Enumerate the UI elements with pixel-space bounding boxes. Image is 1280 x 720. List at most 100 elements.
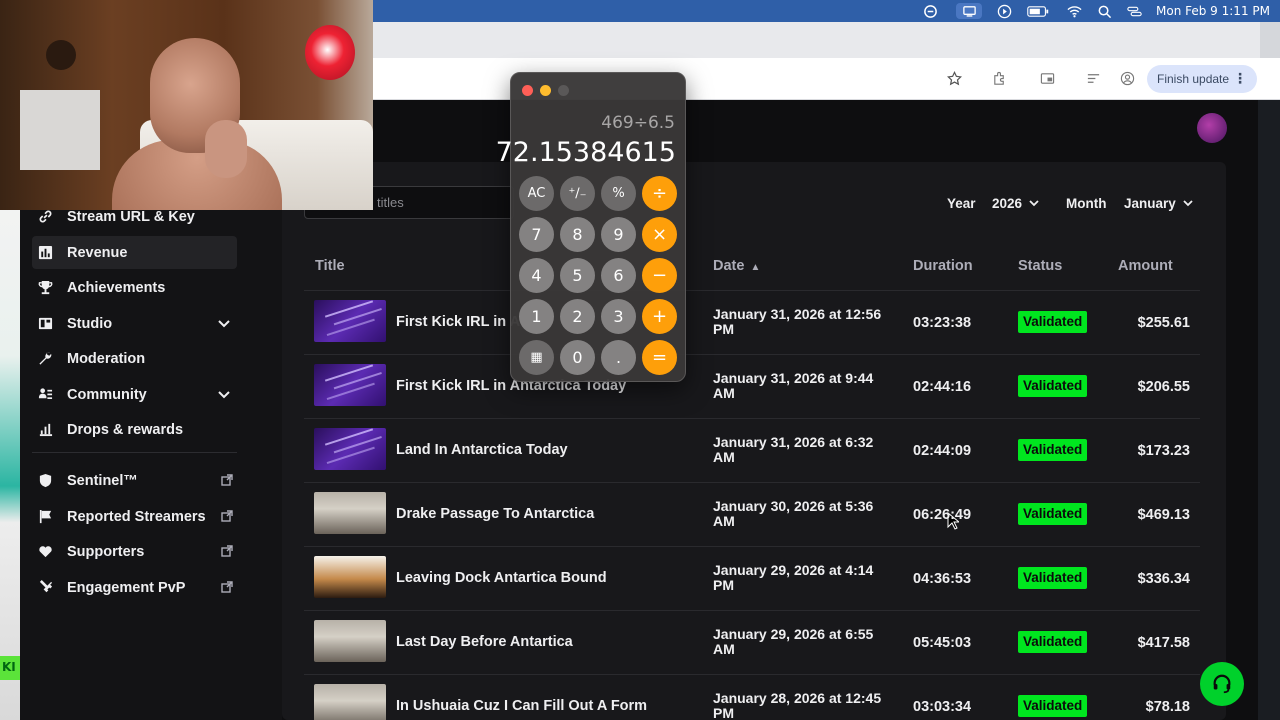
row-duration: 03:23:38: [913, 315, 972, 331]
user-avatar[interactable]: [1197, 113, 1227, 143]
divide-key[interactable]: ÷: [642, 176, 677, 211]
add-key[interactable]: +: [642, 299, 677, 334]
column-header-date[interactable]: Date ▲: [713, 258, 760, 274]
calculator-mode-key[interactable]: ▦: [519, 340, 554, 375]
calculator-window[interactable]: 469÷6.5 72.15384615 AC ⁺∕₋% ÷ 7 8 9 × 4 5 6− 1 2 3 + ▦…: [496, 72, 686, 382]
wifi-icon[interactable]: [1066, 3, 1082, 19]
sidebar-item-community[interactable]: Community: [32, 378, 237, 411]
sidebar-item-sentinel[interactable]: Sentinel™: [32, 464, 237, 497]
row-amount: $417.58: [1137, 635, 1190, 651]
reading-list-icon[interactable]: [1084, 69, 1102, 87]
minimize-window-button[interactable]: [540, 85, 551, 96]
row-amount: $469.13: [1137, 507, 1190, 523]
stream-thumbnail[interactable]: [314, 492, 386, 534]
table-row[interactable]: First Kick IRL in A January 31, 2026 at 1…: [304, 291, 1200, 355]
row-title[interactable]: Last Day Before Antartica: [396, 634, 573, 650]
column-header-status[interactable]: Status: [1018, 258, 1062, 274]
digit-6-key[interactable]: 6: [601, 258, 636, 293]
year-select[interactable]: 2026: [992, 196, 1040, 211]
external-link-icon: [221, 474, 233, 486]
sidebar-item-revenue[interactable]: Revenue: [32, 236, 237, 269]
extensions-icon[interactable]: [990, 69, 1008, 87]
sidebar-item-engagement-pvp[interactable]: Engagement PvP: [32, 571, 237, 604]
stream-thumbnail[interactable]: [314, 428, 386, 470]
row-duration: 03:03:34: [913, 699, 972, 715]
percent-key[interactable]: %: [601, 176, 636, 211]
month-select[interactable]: January: [1124, 196, 1194, 211]
table-row[interactable]: Drake Passage To Antarctica January 30, 2…: [304, 483, 1200, 547]
browser-menu-icon[interactable]: ⋮: [1233, 70, 1247, 87]
bookmark-star-icon[interactable]: [945, 69, 963, 87]
finish-update-button[interactable]: Finish update ⋮: [1147, 65, 1257, 93]
table-row[interactable]: Land In Antarctica Today January 31, 2026…: [304, 419, 1200, 483]
digit-5-key[interactable]: 5: [560, 258, 595, 293]
equals-key[interactable]: =: [642, 340, 677, 375]
row-title[interactable]: First Kick IRL in A: [396, 314, 520, 330]
digit-4-key[interactable]: 4: [519, 258, 554, 293]
screen-mirroring-icon[interactable]: [956, 3, 982, 19]
table-row[interactable]: First Kick IRL in Antarctica Today Januar…: [304, 355, 1200, 419]
all-clear-key[interactable]: AC: [519, 176, 554, 211]
sidebar-item-drops-rewards[interactable]: Drops & rewards: [32, 413, 237, 446]
row-title[interactable]: Drake Passage To Antarctica: [396, 506, 594, 522]
multiply-key[interactable]: ×: [642, 217, 677, 252]
row-title[interactable]: In Ushuaia Cuz I Can Fill Out A Form: [396, 698, 647, 714]
digit-0-key[interactable]: 0: [560, 340, 595, 375]
profile-icon[interactable]: [1118, 69, 1136, 87]
row-duration: 06:26:49: [913, 507, 972, 523]
link-icon: [36, 208, 54, 226]
subtract-key[interactable]: −: [642, 258, 677, 293]
row-duration: 05:45:03: [913, 635, 972, 651]
digit-1-key[interactable]: 1: [519, 299, 554, 334]
row-amount: $336.34: [1137, 571, 1190, 587]
digit-2-key[interactable]: 2: [560, 299, 595, 334]
play-icon[interactable]: [996, 3, 1012, 19]
stream-thumbnail[interactable]: [314, 364, 386, 406]
row-title[interactable]: Leaving Dock Antartica Bound: [396, 570, 607, 586]
control-center-icon[interactable]: [1124, 3, 1144, 19]
stream-thumbnail[interactable]: [314, 620, 386, 662]
chevron-down-icon: [218, 391, 230, 399]
digit-7-key[interactable]: 7: [519, 217, 554, 252]
table-row[interactable]: In Ushuaia Cuz I Can Fill Out A Form Janu…: [304, 675, 1200, 720]
row-date: January 30, 2026 at 5:36 AM: [713, 498, 874, 529]
sidebar-item-moderation[interactable]: Moderation: [32, 342, 237, 375]
decimal-key[interactable]: .: [601, 340, 636, 375]
status-badge: Validated: [1018, 631, 1088, 653]
row-amount: $78.18: [1145, 699, 1190, 715]
support-chat-button[interactable]: [1200, 662, 1244, 706]
digit-8-key[interactable]: 8: [560, 217, 595, 252]
sidebar-item-label: Stream URL & Key: [67, 208, 195, 225]
sidebar-item-label: Drops & rewards: [67, 421, 184, 438]
sidebar-item-label: Revenue: [67, 244, 128, 261]
sidebar-item-achievements[interactable]: Achievements: [32, 271, 237, 304]
sidebar-item-supporters[interactable]: Supporters: [32, 535, 237, 568]
month-value: January: [1124, 196, 1176, 211]
digit-9-key[interactable]: 9: [601, 217, 636, 252]
table-row[interactable]: Leaving Dock Antartica Bound January 29, …: [304, 547, 1200, 611]
stream-thumbnail[interactable]: [314, 300, 386, 342]
stream-thumbnail[interactable]: [314, 684, 386, 720]
cast-icon[interactable]: [1038, 69, 1056, 87]
heart-icon: [36, 543, 54, 561]
vpn-icon[interactable]: [922, 3, 938, 19]
row-title[interactable]: Land In Antarctica Today: [396, 442, 568, 458]
chevron-down-icon: [1029, 200, 1039, 207]
plus-minus-key[interactable]: ⁺∕₋: [560, 176, 595, 211]
search-icon[interactable]: [1096, 3, 1112, 19]
sidebar-item-label: Studio: [67, 315, 113, 332]
table-row[interactable]: Last Day Before Antartica January 29, 202…: [304, 611, 1200, 675]
close-window-button[interactable]: [522, 85, 533, 96]
stream-thumbnail[interactable]: [314, 556, 386, 598]
battery-icon[interactable]: [1026, 3, 1050, 19]
sidebar-item-reported-streamers[interactable]: Reported Streamers: [32, 500, 237, 533]
sidebar-item-studio[interactable]: Studio: [32, 307, 237, 340]
status-badge: Validated: [1018, 503, 1088, 525]
gift-icon: [36, 421, 54, 439]
column-header-duration[interactable]: Duration: [913, 258, 973, 274]
finish-update-label: Finish update: [1157, 72, 1230, 86]
column-header-amount[interactable]: Amount: [1118, 258, 1173, 274]
column-header-title[interactable]: Title: [315, 258, 345, 274]
menubar-clock[interactable]: Mon Feb 9 1:11 PM: [1156, 4, 1270, 18]
digit-3-key[interactable]: 3: [601, 299, 636, 334]
